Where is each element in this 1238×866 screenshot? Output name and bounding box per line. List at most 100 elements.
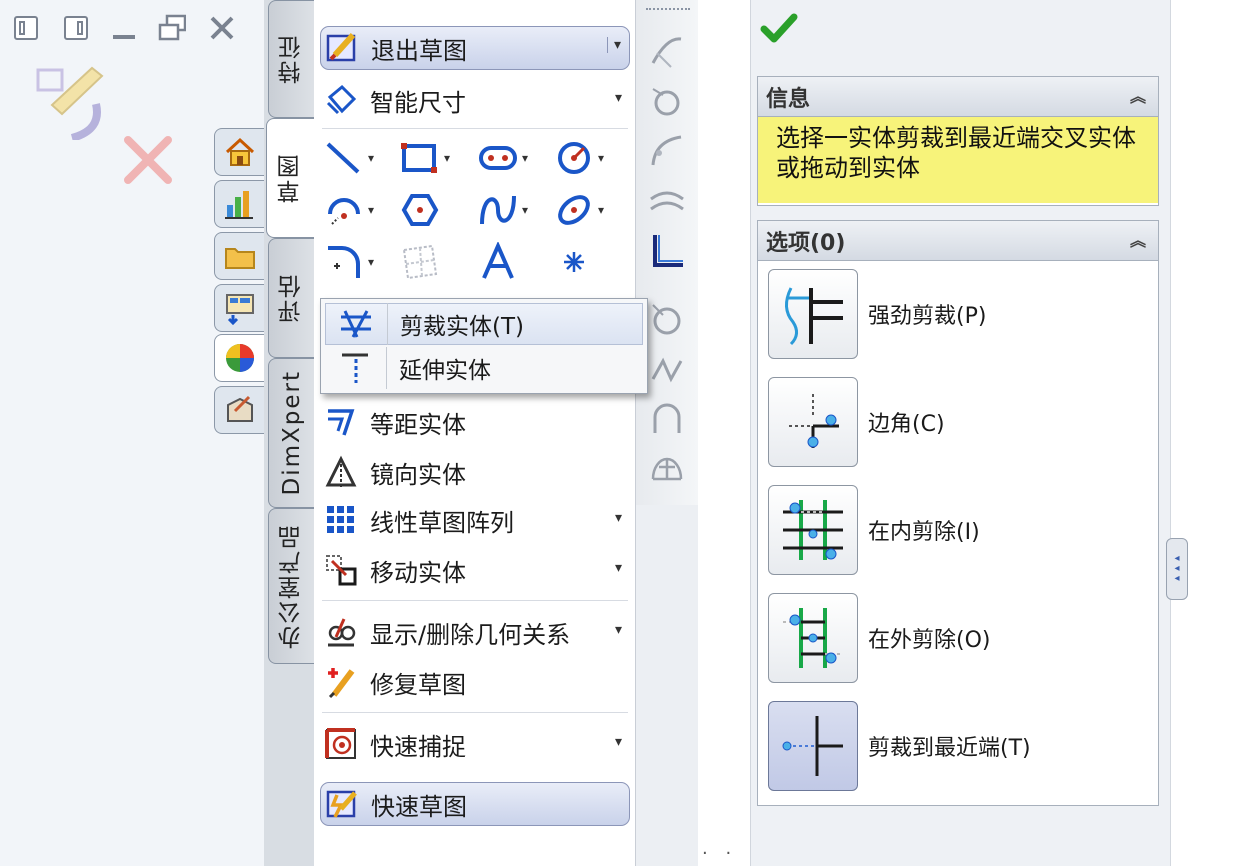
collapse-icon[interactable]: ︽ (1130, 227, 1146, 251)
exit-sketch-label: 退出草图 (371, 36, 467, 65)
move-entities-button[interactable]: 移动实体 ▾ (320, 548, 630, 592)
rapid-sketch-button[interactable]: 快速草图 (320, 782, 630, 826)
linear-pattern-button[interactable]: 线性草图阵列 ▾ (320, 498, 630, 542)
offset-entities-icon (320, 401, 362, 443)
corner-option[interactable]: 边角(C) (768, 377, 1148, 467)
centerline-arc-icon[interactable] (648, 398, 686, 436)
trim-to-closest-option[interactable]: 剪裁到最近端(T) (768, 701, 1148, 791)
tab-sketch-label: 草图 (277, 153, 304, 203)
checkmark-icon (760, 13, 798, 43)
mirror-entities-button[interactable]: 镜向实体 (320, 450, 630, 494)
tab-office-products[interactable]: 办公室产品 (268, 508, 314, 664)
line-icon (326, 142, 360, 174)
options-group-header[interactable]: 选项(0) ︽ (758, 221, 1158, 261)
text-tool[interactable] (478, 240, 548, 284)
grip-handle[interactable] (646, 8, 690, 12)
fillet-icon (328, 246, 360, 278)
expand-panel-handle[interactable]: ◂ ◂ ◂ (1166, 538, 1188, 600)
display-relations-button[interactable]: 显示/删除几何关系 ▾ (320, 610, 630, 654)
arc-icon (328, 198, 360, 225)
command-manager-tabs: 特征 草图 评估 DimXpert 办公室产品 (264, 0, 314, 866)
point-tool[interactable] (554, 240, 624, 284)
smart-dimension-button[interactable]: 智能尺寸 ▾ (320, 78, 630, 122)
display-relations-label: 显示/删除几何关系 (370, 620, 571, 649)
slot-icon (479, 146, 517, 170)
spline-icon (480, 195, 516, 225)
mirror-entities-icon (320, 451, 362, 493)
corner-trim-icon[interactable] (648, 232, 686, 270)
exit-sketch-button[interactable]: 退出草图 ▾ (320, 26, 630, 70)
edit-sketch-icon (32, 60, 112, 142)
tab-sketch[interactable]: 草图 (266, 118, 314, 238)
tab-evaluate[interactable]: 评估 (268, 238, 314, 358)
segment-icon[interactable] (648, 184, 686, 222)
trim-outside-label: 在外剪除(O) (868, 628, 991, 653)
intersection-curve-icon[interactable] (648, 82, 686, 120)
smart-dimension-icon (320, 79, 362, 121)
cancel-icon[interactable] (120, 132, 176, 188)
extend-entities-menu-item[interactable]: 延伸实体 (325, 347, 643, 389)
tab-features-label: 特征 (278, 34, 305, 84)
extend-icon (325, 347, 387, 389)
rapid-sketch-icon (321, 783, 363, 825)
trim-outside-icon (768, 593, 858, 683)
exit-sketch-icon (321, 27, 363, 69)
quick-snaps-button[interactable]: 快速捕捉 ▾ (320, 722, 630, 766)
view-icon[interactable] (214, 284, 264, 332)
trim-entities-menu-item[interactable]: 剪裁实体(T) (325, 303, 643, 345)
info-message: 选择一实体剪裁到最近端交叉实体或拖动到实体 (758, 117, 1158, 203)
chevron-down-icon[interactable]: ▾ (615, 560, 622, 576)
offset-entities-button[interactable]: 等距实体 (320, 400, 630, 444)
polygon-tool[interactable] (400, 188, 470, 232)
close-icon[interactable] (208, 14, 236, 42)
folder-icon[interactable] (214, 232, 264, 280)
linear-pattern-label: 线性草图阵列 (370, 508, 514, 537)
repair-sketch-icon (320, 661, 362, 703)
plane-tool[interactable] (400, 240, 470, 284)
ok-button[interactable] (757, 8, 801, 48)
sketch-plane-icon (402, 244, 438, 280)
ellipse-tool[interactable]: ▾ (554, 188, 624, 232)
dots-indicator: . . (702, 838, 738, 859)
quick-snaps-label: 快速捕捉 (370, 732, 466, 761)
chevron-down-icon[interactable]: ▾ (615, 622, 622, 638)
splitter[interactable]: . . (698, 0, 750, 866)
home-icon[interactable] (214, 128, 264, 176)
chevron-down-icon[interactable]: ▾ (615, 510, 622, 526)
split-entities-icon[interactable] (648, 300, 686, 338)
restore-right-icon[interactable] (62, 14, 90, 42)
extend-entities-label: 延伸实体 (399, 358, 491, 384)
chart-icon[interactable] (214, 180, 264, 228)
jog-line-icon[interactable] (648, 350, 686, 388)
face-curves-icon[interactable] (648, 132, 686, 170)
tab-dimxpert[interactable]: DimXpert (268, 358, 314, 508)
chevron-down-icon[interactable]: ▾ (615, 90, 622, 106)
info-group-header[interactable]: 信息 ︽ (758, 77, 1158, 117)
collapse-icon[interactable]: ︽ (1130, 83, 1146, 107)
trim-outside-option[interactable]: 在外剪除(O) (768, 593, 1148, 683)
chevron-down-icon[interactable]: ▾ (615, 734, 622, 750)
trim-inside-option[interactable]: 在内剪除(I) (768, 485, 1148, 575)
spline-tool[interactable]: ▾ (478, 188, 548, 232)
move-entities-label: 移动实体 (370, 558, 466, 587)
graphics-area[interactable] (1170, 0, 1238, 866)
rectangle-tool[interactable]: ▾ (400, 136, 470, 180)
tile-icon[interactable] (158, 14, 186, 42)
tab-features[interactable]: 特征 (268, 0, 314, 118)
power-trim-option[interactable]: 强劲剪裁(P) (768, 269, 1148, 359)
custom-icon[interactable] (214, 386, 264, 434)
arc-tool[interactable]: ▾ (324, 188, 394, 232)
dome-icon[interactable] (648, 446, 686, 484)
appearance-icon[interactable] (214, 334, 264, 382)
quick-snaps-icon (320, 723, 362, 765)
repair-sketch-button[interactable]: 修复草图 (320, 660, 630, 704)
circle-tool[interactable]: ▾ (554, 136, 624, 180)
convert-entities-icon[interactable] (648, 32, 686, 70)
minimize-icon[interactable] (110, 14, 138, 42)
line-tool[interactable]: ▾ (324, 136, 394, 180)
fillet-tool[interactable]: ▾ (324, 240, 394, 284)
chevron-down-icon[interactable]: ▾ (606, 37, 621, 53)
restore-left-icon[interactable] (12, 14, 40, 42)
left-panel (0, 0, 264, 866)
slot-tool[interactable]: ▾ (478, 136, 548, 180)
